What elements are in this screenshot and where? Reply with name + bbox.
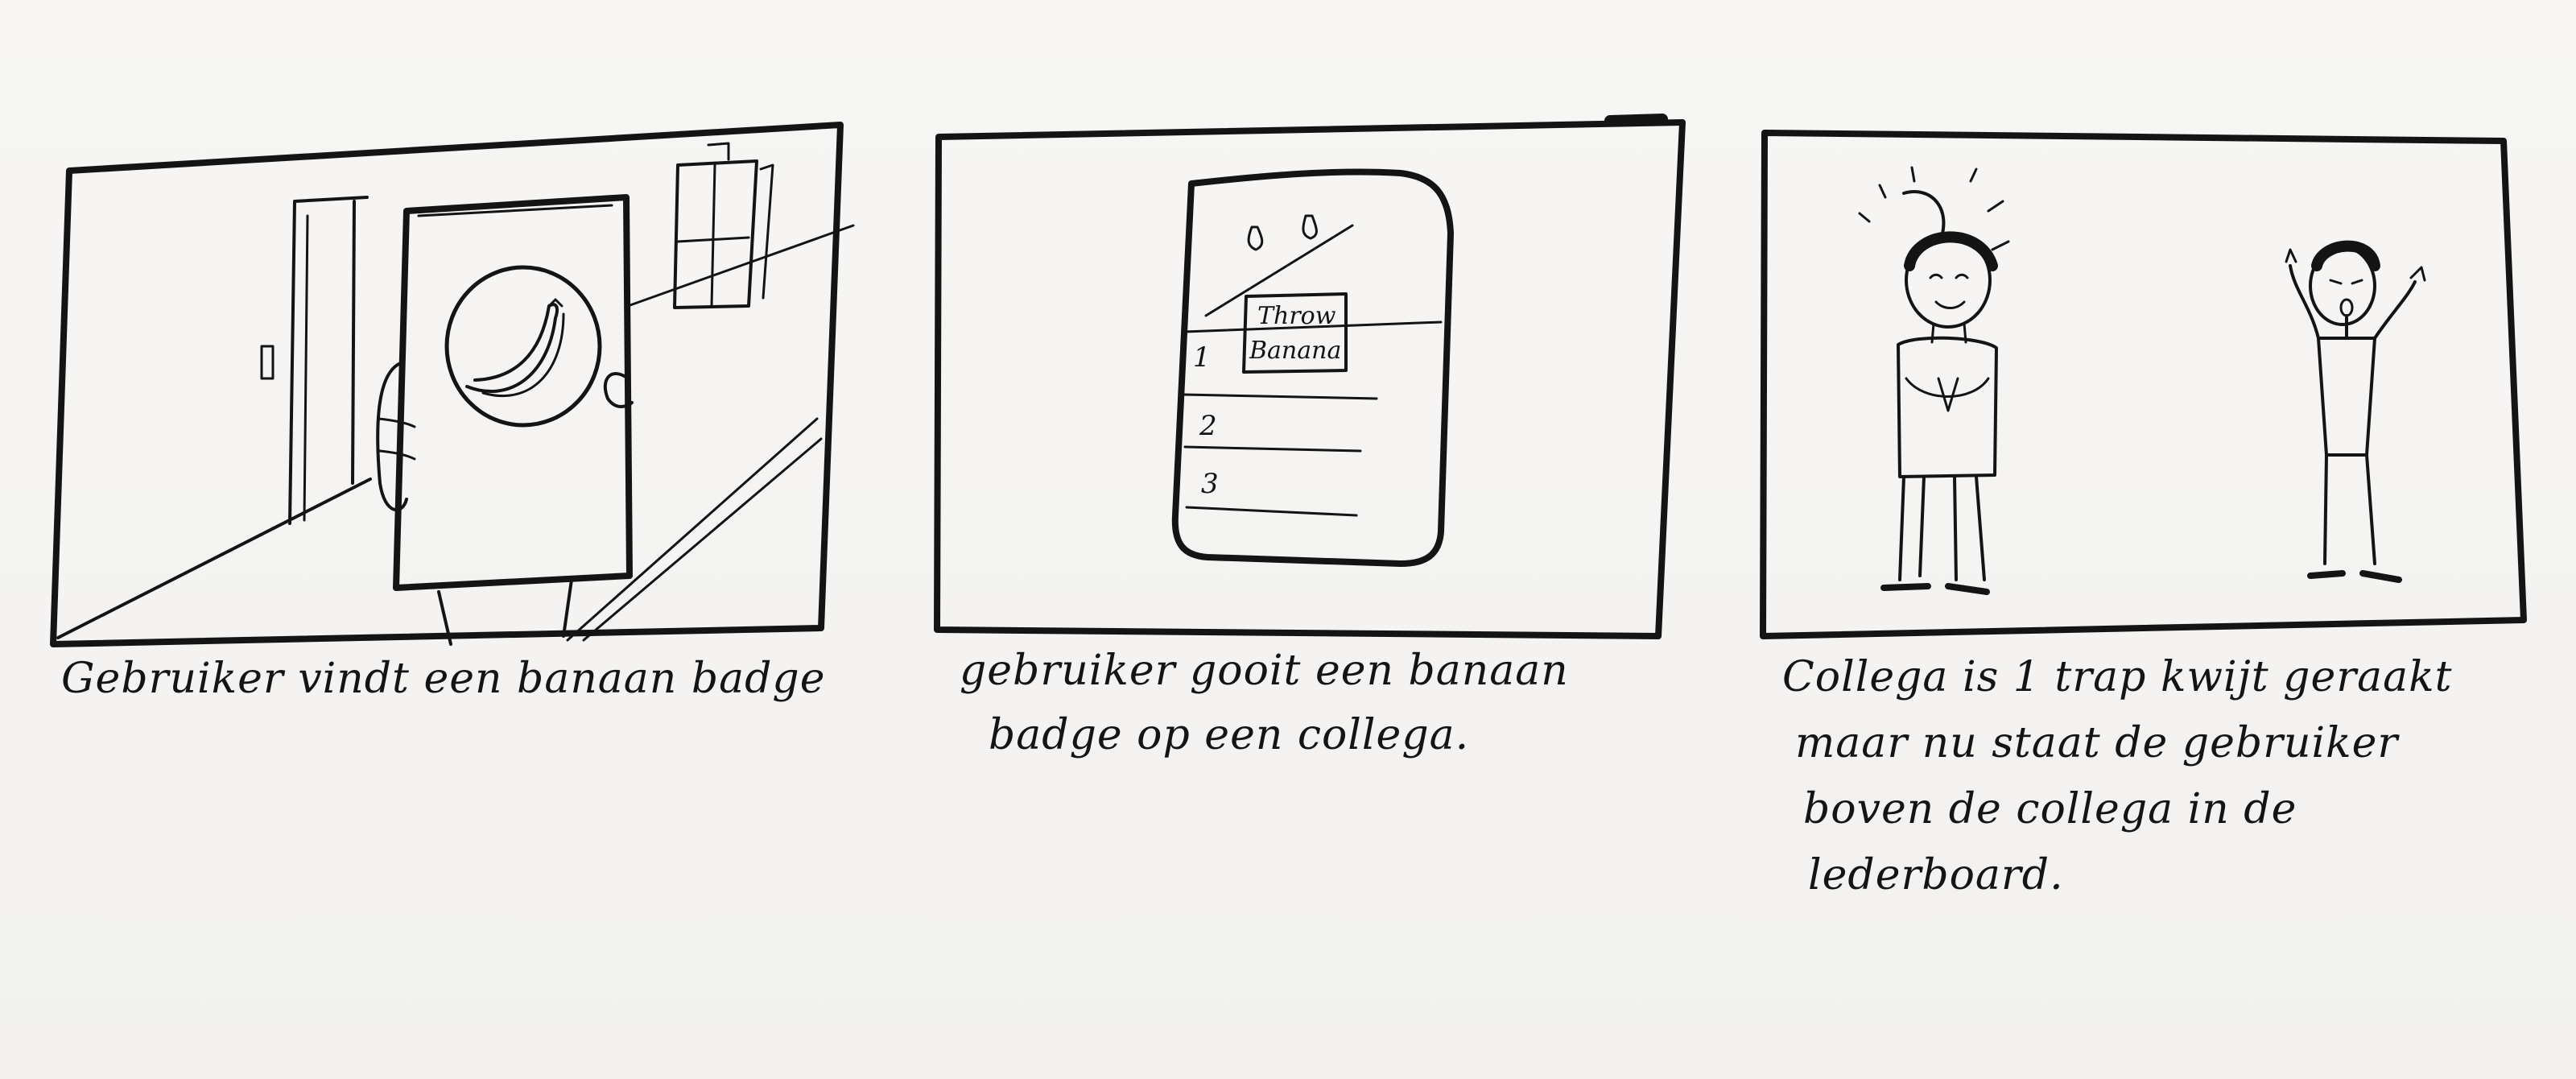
panel-1-caption: Gebruiker vindt een banaan badge xyxy=(61,655,826,703)
panel-3: Collega is 1 trap kwijt geraakt maar nu … xyxy=(1731,0,2576,966)
panel-2-caption-line-2: badge op een collega. xyxy=(989,711,1470,759)
panel-1: Gebruiker vindt een banaan badge xyxy=(0,0,886,725)
rank-3-label: 3 xyxy=(1201,468,1219,500)
panel-3-caption-line-3: boven de collega in de xyxy=(1803,785,2297,833)
storyboard-sheet: Gebruiker vindt een banaan badge Throw B… xyxy=(0,0,2576,1079)
panel-3-caption-line-4: lederboard. xyxy=(1808,851,2064,899)
rank-1-label: 1 xyxy=(1193,341,1211,374)
throw-label-line1: Throw xyxy=(1257,302,1336,330)
rank-2-label: 2 xyxy=(1199,410,1217,442)
panel-1-drawing xyxy=(50,122,855,647)
panel-3-caption-line-2: maar nu staat de gebruiker xyxy=(1795,719,2399,767)
panel-2-caption-line-1: gebruiker gooit een banaan xyxy=(960,647,1569,695)
panel-2: Throw Banana 1 2 3 gebruiker gooit een b… xyxy=(886,0,1731,805)
panel-3-caption-line-1: Collega is 1 trap kwijt geraakt xyxy=(1782,653,2453,701)
throw-label-line2: Banana xyxy=(1249,337,1341,365)
